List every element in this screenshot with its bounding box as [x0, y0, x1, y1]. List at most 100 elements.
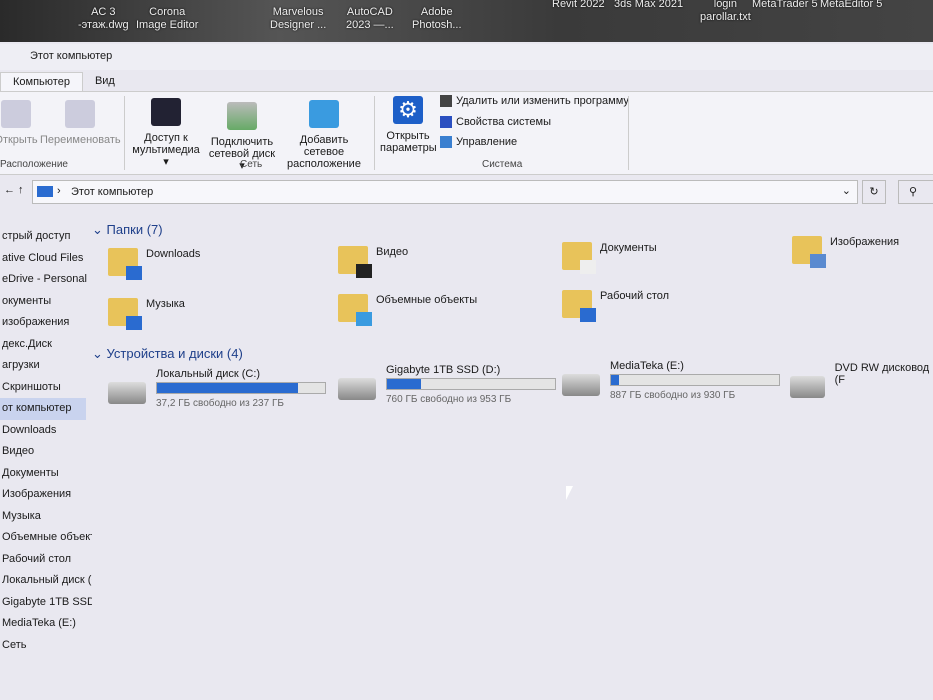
- nav-item[interactable]: Музыка: [0, 506, 92, 528]
- nav-item[interactable]: изображения: [0, 312, 92, 334]
- drive-free-space: 887 ГБ свободно из 930 ГБ: [610, 390, 736, 401]
- drive-usage-fill: [157, 383, 299, 393]
- up-arrow-icon[interactable]: ↑: [18, 184, 24, 196]
- desktop-icon[interactable]: Revit 2022: [552, 0, 605, 11]
- desktop-icon[interactable]: Marvelous Designer ...: [270, 6, 326, 32]
- rename-icon: [65, 100, 95, 128]
- drive-item[interactable]: DVD RW дисковод (F: [790, 362, 933, 398]
- drive-free-space: 37,2 ГБ свободно из 237 ГБ: [156, 398, 284, 409]
- gear-icon: ⚙: [393, 96, 423, 124]
- title-bar: Этот компьютер: [0, 44, 933, 70]
- manage-button[interactable]: Управление: [440, 136, 517, 148]
- nav-item[interactable]: MediaTeka (E:): [0, 613, 92, 635]
- program-icon: [440, 95, 452, 107]
- folders-section-header[interactable]: ⌄ Папки (7): [92, 222, 163, 238]
- nav-item[interactable]: декс.Диск: [0, 334, 92, 356]
- nav-item[interactable]: Сеть: [0, 635, 92, 657]
- open-label: Открыть: [0, 134, 38, 146]
- divider: [124, 96, 125, 170]
- settings-label: Открыть параметры: [380, 130, 437, 154]
- chevron-down-icon[interactable]: ⌄: [842, 184, 851, 197]
- navigation-pane: стрый доступ ative Cloud Files eDrive - Pe…: [0, 226, 92, 656]
- tab-computer[interactable]: Компьютер: [0, 72, 83, 92]
- open-icon: [1, 100, 31, 128]
- media-access-button[interactable]: Доступ к мультимедиа ▾: [128, 98, 204, 168]
- desktop-icon[interactable]: 3ds Max 2021: [614, 0, 683, 11]
- checkbox-icon: [440, 116, 452, 128]
- drive-usage-bar: [156, 382, 326, 394]
- manage-label: Управление: [456, 136, 518, 148]
- hard-drive-icon: [108, 382, 146, 404]
- group-location-label: Расположение: [0, 159, 68, 170]
- open-button[interactable]: Открыть: [0, 100, 38, 146]
- folder-item[interactable]: Видео: [338, 246, 409, 278]
- desktop-background: AC 3 -этаж.dwg Corona Image Editor Marvelo…: [0, 0, 933, 42]
- back-arrow-icon[interactable]: ←: [4, 184, 15, 196]
- drive-item[interactable]: Локальный диск (C:) 37,2 ГБ свободно из 2…: [108, 368, 326, 409]
- nav-item[interactable]: от компьютер: [0, 398, 86, 420]
- uninstall-label: Удалить или изменить программу: [456, 95, 629, 107]
- nav-item[interactable]: Downloads: [0, 420, 92, 442]
- desktop-icon[interactable]: MetaEditor 5: [820, 0, 882, 11]
- nav-item[interactable]: Документы: [0, 463, 92, 485]
- nav-item[interactable]: Изображения: [0, 484, 92, 506]
- manage-icon: [440, 136, 452, 148]
- hard-drive-icon: [562, 374, 600, 396]
- nav-item[interactable]: Объемные объекты: [0, 527, 92, 549]
- folder-item[interactable]: Документы: [562, 242, 657, 274]
- nav-item[interactable]: ative Cloud Files: [0, 248, 92, 270]
- ribbon-tabs: Компьютер Вид: [0, 72, 127, 92]
- folder-item[interactable]: Объемные объекты: [338, 294, 477, 326]
- drive-free-space: 760 ГБ свободно из 953 ГБ: [386, 394, 512, 405]
- nav-item[interactable]: Рабочий стол: [0, 549, 92, 571]
- drive-usage-bar: [386, 378, 556, 390]
- desktop-icon[interactable]: AC 3 -этаж.dwg: [78, 6, 129, 32]
- desktop-icon[interactable]: Adobe Photosh...: [412, 6, 462, 32]
- nav-item[interactable]: стрый доступ: [0, 226, 92, 248]
- divider: [628, 96, 629, 170]
- search-icon: ⚲: [909, 186, 918, 198]
- open-settings-button[interactable]: ⚙ Открыть параметры: [380, 96, 437, 154]
- folder-icon: [338, 294, 372, 326]
- network-drive-icon: [227, 102, 257, 130]
- breadcrumb-chevron-icon: ›: [57, 185, 61, 197]
- refresh-button[interactable]: ↻: [862, 180, 886, 204]
- desktop-icon[interactable]: AutoCAD 2023 —...: [346, 6, 394, 32]
- add-network-location-button[interactable]: Добавить сетевое расположение: [280, 100, 368, 170]
- system-properties-button[interactable]: Свойства системы: [440, 116, 551, 128]
- drive-name: Локальный диск (C:): [156, 368, 261, 380]
- drive-item[interactable]: Gigabyte 1TB SSD (D:) 760 ГБ свободно из …: [338, 364, 556, 405]
- desktop-icon[interactable]: Corona Image Editor: [136, 6, 198, 32]
- desktop-icon[interactable]: MetaTrader 5: [752, 0, 818, 11]
- folder-icon: [108, 298, 142, 330]
- nav-item[interactable]: Gigabyte 1TB SSD (D: [0, 592, 92, 614]
- uninstall-button[interactable]: Удалить или изменить программу: [440, 95, 629, 107]
- drive-item[interactable]: MediaTeka (E:) 887 ГБ свободно из 930 ГБ: [562, 360, 780, 401]
- nav-item[interactable]: Скриншоты: [0, 377, 92, 399]
- folder-icon: [562, 290, 596, 322]
- nav-item[interactable]: Локальный диск (C: [0, 570, 92, 592]
- folder-icon: [792, 236, 826, 268]
- folder-label: Downloads: [146, 248, 201, 260]
- group-system-label: Система: [482, 159, 523, 170]
- drive-usage-fill: [387, 379, 421, 389]
- nav-item[interactable]: eDrive - Personal: [0, 269, 92, 291]
- desktop-icon[interactable]: login parollar.txt: [700, 0, 751, 24]
- folder-item[interactable]: Музыка: [108, 298, 185, 330]
- rename-button[interactable]: Переименовать: [40, 100, 121, 146]
- nav-item[interactable]: агрузки: [0, 355, 92, 377]
- folder-label: Видео: [376, 246, 409, 258]
- nav-item[interactable]: окументы: [0, 291, 92, 313]
- nav-item[interactable]: Видео: [0, 441, 92, 463]
- window-title: Этот компьютер: [30, 50, 113, 62]
- search-input[interactable]: ⚲: [898, 180, 933, 204]
- breadcrumb: Этот компьютер: [71, 186, 154, 198]
- folder-item[interactable]: Изображения: [792, 236, 899, 268]
- drives-section-header[interactable]: ⌄ Устройства и диски (4): [92, 346, 243, 362]
- address-bar[interactable]: › Этот компьютер ⌄: [32, 180, 858, 204]
- tab-view[interactable]: Вид: [83, 72, 127, 92]
- folder-item[interactable]: Рабочий стол: [562, 290, 669, 322]
- mouse-cursor: [566, 486, 573, 500]
- add-net-label: Добавить сетевое расположение: [287, 134, 361, 170]
- folder-item[interactable]: Downloads: [108, 248, 201, 280]
